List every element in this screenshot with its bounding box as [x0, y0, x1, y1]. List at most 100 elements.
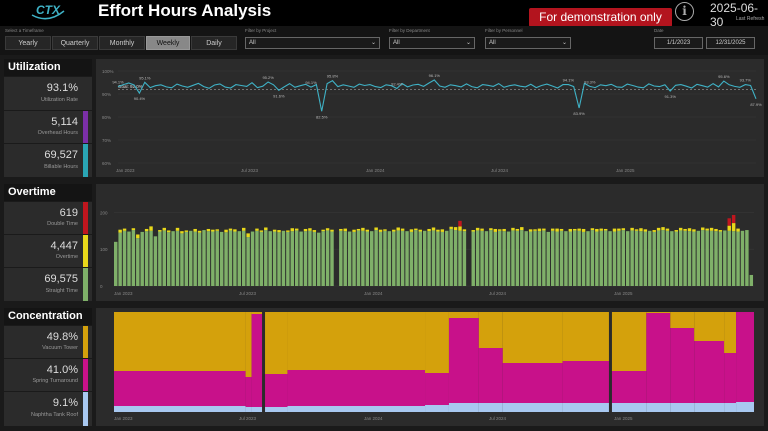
straight-time-bar [595, 231, 599, 286]
straight-time-color-bar [83, 268, 88, 301]
x-tick-label: Jan 2024 [366, 168, 385, 173]
double-time-label: Double Time [47, 221, 78, 227]
straight-time-bar [475, 230, 480, 286]
straight-time-bar [409, 231, 414, 286]
straight-time-bar [317, 232, 321, 286]
ctx-logo: CTX [31, 3, 65, 20]
overtime-bar [352, 229, 356, 232]
overtime-bar [559, 228, 564, 231]
vacuum-tower-area [694, 312, 725, 341]
info-icon[interactable]: i [675, 2, 694, 21]
naphtha-tank-roof-area [448, 403, 479, 412]
straight-time-bar [308, 230, 312, 286]
timeframe-yearly-button[interactable]: Yearly [5, 36, 51, 50]
overtime-bar [612, 228, 617, 232]
straight-time-bar [661, 230, 665, 286]
straight-time-bar [122, 230, 127, 286]
straight-time-bar [555, 231, 559, 286]
billable-hours-color-bar [83, 144, 88, 177]
straight-time-bar [639, 231, 643, 286]
overtime-bar [361, 227, 365, 231]
straight-time-bar [361, 230, 365, 286]
personnel-filter-label: Filter by Personnel [485, 28, 523, 33]
overtime-bar [383, 229, 387, 231]
naphtha-tank-roof-area [646, 403, 671, 412]
overtime-bar [162, 227, 166, 231]
overtime-bar [475, 227, 480, 231]
overtime-bar [709, 227, 714, 231]
straight-time-bar [290, 231, 294, 286]
overtime-bar [440, 229, 445, 232]
department-filter-value: All [393, 40, 400, 46]
straight-time-bar [740, 230, 745, 286]
straight-time-bar [365, 231, 370, 286]
overtime-bar [228, 228, 233, 231]
straight-time-bar [352, 231, 356, 286]
date-end-input[interactable]: 12/31/2025 [706, 37, 755, 49]
straight-time-bar [114, 241, 118, 286]
straight-time-bar [286, 231, 290, 286]
straight-time-bar [573, 230, 577, 286]
straight-time-bar [550, 230, 555, 286]
overtime-bar [568, 228, 573, 232]
straight-time-bar [339, 230, 343, 286]
naphtha-tank-roof-area [670, 403, 695, 412]
spring-turnaround-area [448, 318, 479, 403]
straight-time-bar [312, 231, 317, 286]
straight-time-bar [259, 231, 264, 286]
timeframe-monthly-button[interactable]: Monthly [99, 36, 145, 50]
straight-time-bar [745, 230, 749, 286]
straight-time-bar [237, 231, 242, 286]
vacuum-tower-area [502, 312, 563, 363]
straight-time-bar [347, 231, 352, 286]
overhead-hours-color-bar [83, 111, 88, 143]
data-label: 95.1% [139, 75, 151, 80]
straight-time-bar [542, 230, 546, 286]
overtime-bar [714, 228, 718, 232]
overtime-bar [595, 228, 599, 232]
overtime-bar [259, 230, 264, 232]
utilization-rate-kpi: 93.1% Utilization Rate [4, 77, 92, 110]
vacuum-tower-area [448, 312, 479, 318]
overtime-bar [603, 228, 608, 231]
overtime-bar [321, 229, 325, 232]
department-filter-dropdown[interactable]: All ⌄ [389, 37, 475, 49]
data-label: 90.4% [134, 96, 146, 101]
overtime-bar [634, 229, 639, 231]
straight-time-bar [162, 230, 166, 286]
spring-turnaround-area [610, 371, 647, 403]
data-label: 93.7% [740, 78, 752, 83]
timeframe-daily-button[interactable]: Daily [191, 36, 237, 50]
project-filter-dropdown[interactable]: All ⌄ [245, 37, 380, 49]
timeframe-weekly-button[interactable]: Weekly [146, 36, 190, 50]
personnel-filter-dropdown[interactable]: All ⌄ [485, 37, 571, 49]
straight-time-bar [524, 231, 528, 286]
straight-time-bar [264, 230, 268, 286]
date-filter-label: Date [654, 28, 664, 33]
date-start-input[interactable]: 1/1/2023 [654, 37, 703, 49]
utilization-rate-label: Utilization Rate [41, 97, 78, 103]
straight-time-bar [414, 230, 418, 286]
straight-time-bar [321, 231, 325, 286]
timeframe-quarterly-button[interactable]: Quarterly [52, 36, 98, 50]
spring-turnaround-area [263, 374, 288, 407]
spring-turnaround-area [562, 361, 611, 403]
straight-time-bar [727, 230, 731, 286]
overtime-bar [427, 228, 431, 232]
spring-turnaround-area [736, 312, 754, 402]
straight-time-bar [431, 230, 436, 286]
straight-time-bar [246, 237, 250, 286]
straight-time-bar [630, 230, 634, 286]
overtime-bar [180, 231, 184, 234]
straight-time-bar [144, 231, 149, 286]
straight-time-bar [656, 230, 661, 286]
overtime-bar [396, 227, 400, 231]
straight-time-bar [184, 231, 189, 286]
x-tick-label: Jan 2023 [114, 416, 133, 421]
straight-time-bar [480, 230, 484, 286]
overtime-bar [286, 230, 290, 232]
vacuum-tower-area [425, 312, 449, 373]
spring-turnaround-area [114, 371, 246, 406]
demo-banner: For demonstration only [529, 8, 672, 27]
overhead-hours-label: Overhead Hours [37, 130, 78, 136]
